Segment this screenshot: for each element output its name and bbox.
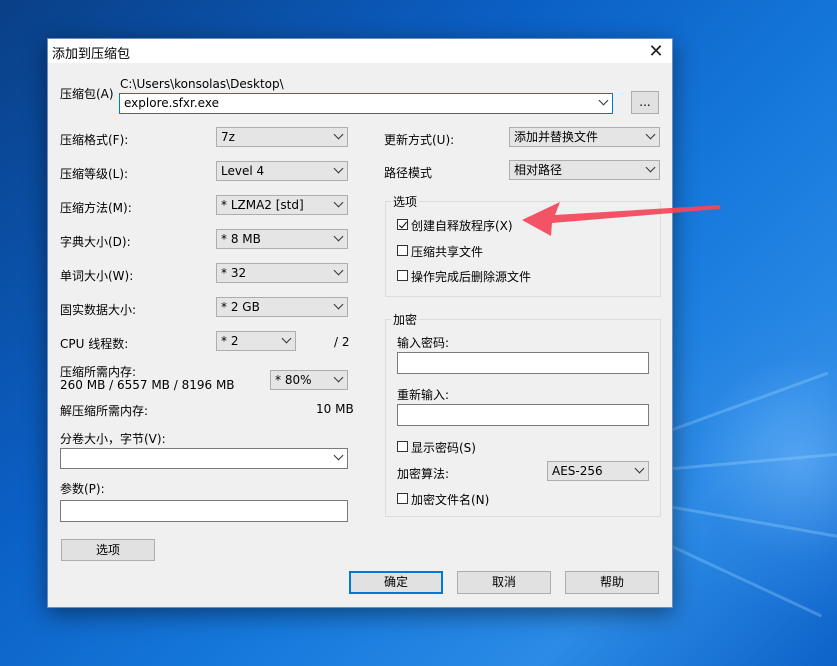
annotation-arrow xyxy=(522,202,720,236)
arrow-icon xyxy=(522,202,720,236)
